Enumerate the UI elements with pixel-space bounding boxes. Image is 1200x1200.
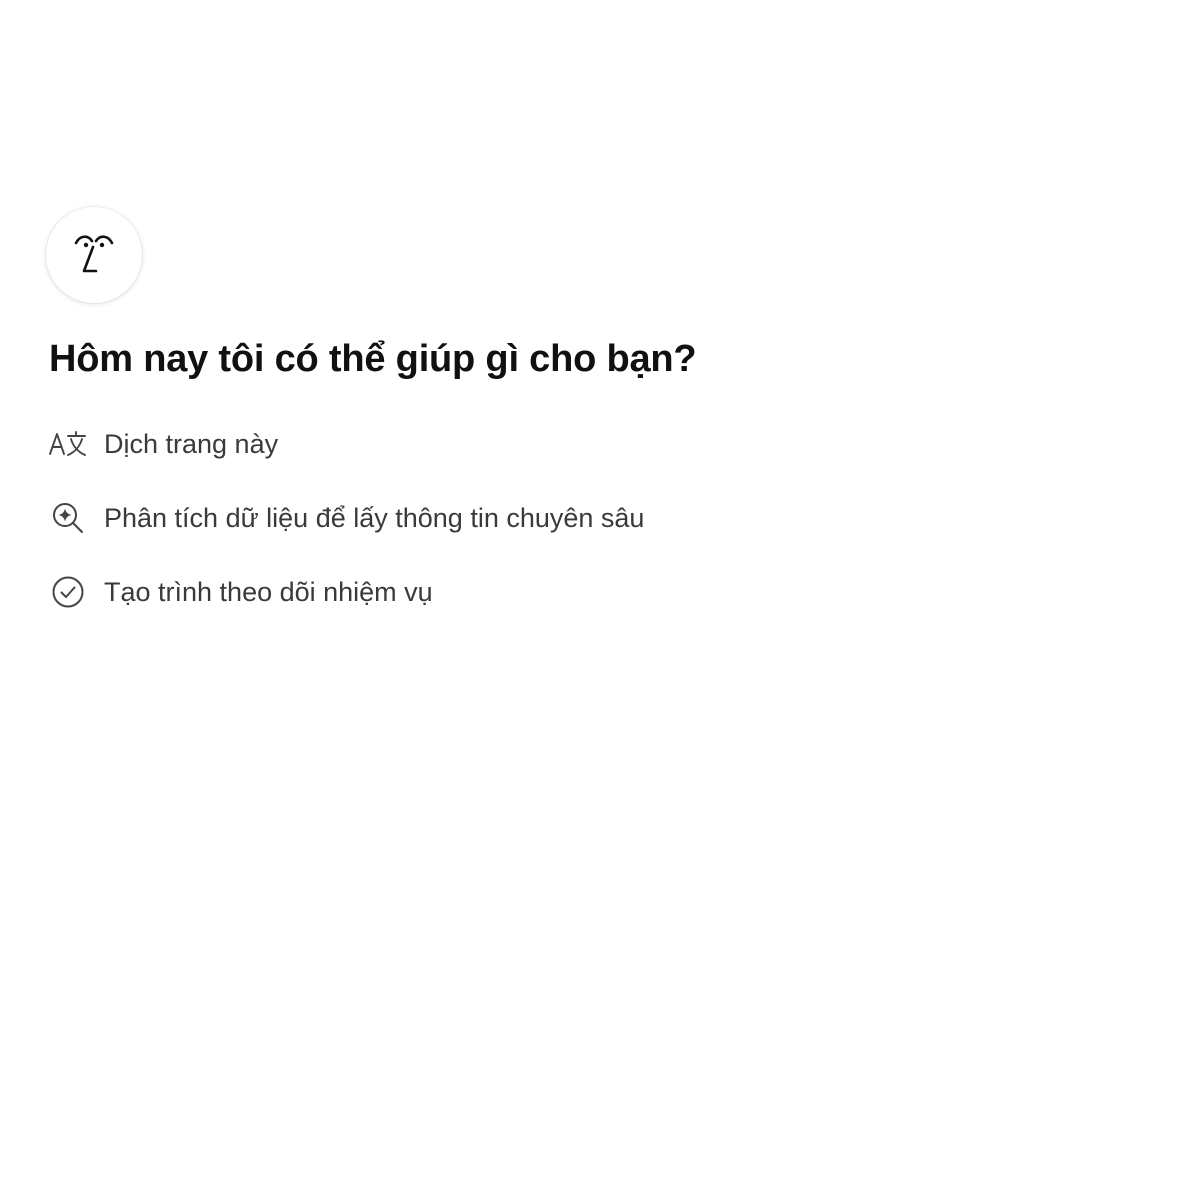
suggestion-label: Tạo trình theo dõi nhiệm vụ [104,576,433,607]
suggestion-analyze-data[interactable]: Phân tích dữ liệu để lấy thông tin chuyê… [48,494,644,542]
check-circle-icon [48,572,88,612]
suggestion-create-task-tracker[interactable]: Tạo trình theo dõi nhiệm vụ [48,568,644,616]
suggestion-label: Dịch trang này [104,428,279,459]
translate-icon [48,424,88,464]
suggestion-translate-page[interactable]: Dịch trang này [48,420,644,468]
notion-ai-face-icon [74,235,114,273]
suggestion-list: Dịch trang này Phân tích dữ liệu để lấy … [48,420,644,642]
magnify-sparkle-icon [48,498,88,538]
suggestion-label: Phân tích dữ liệu để lấy thông tin chuyê… [104,502,645,533]
page-title: Hôm nay tôi có thể giúp gì cho bạn? [49,338,697,380]
ai-avatar [46,207,142,303]
